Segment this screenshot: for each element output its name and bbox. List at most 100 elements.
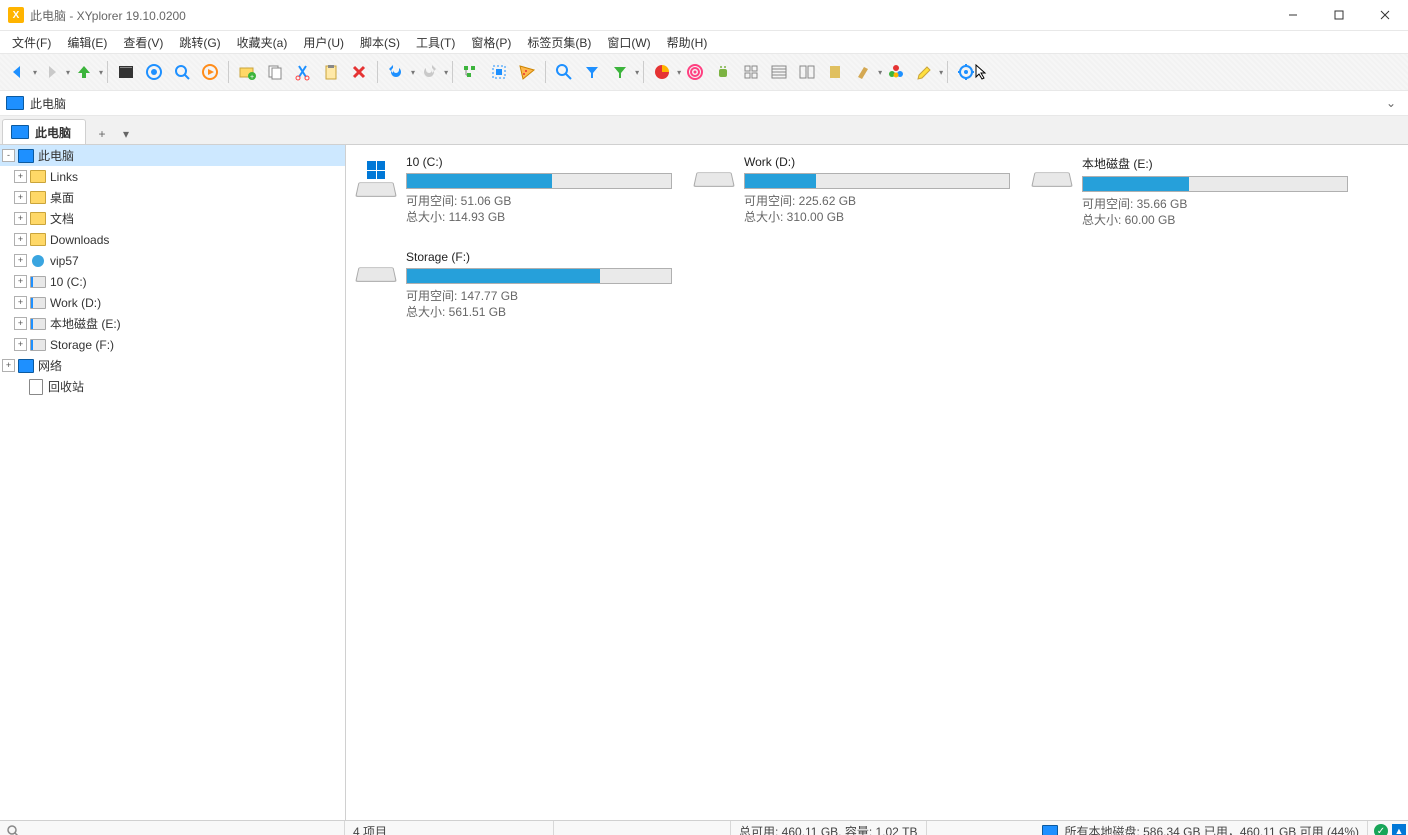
delete-button[interactable]: [346, 59, 372, 85]
drive-storagef[interactable]: Storage (F:)可用空间: 147.77 GB总大小: 561.51 G…: [350, 248, 688, 322]
close-button[interactable]: [1362, 0, 1408, 30]
drive-workd[interactable]: Work (D:)可用空间: 225.62 GB总大小: 310.00 GB: [688, 153, 1026, 230]
copy-button[interactable]: [262, 59, 288, 85]
redo-button[interactable]: [416, 59, 442, 85]
filter-button[interactable]: [579, 59, 605, 85]
drive-list-pane[interactable]: 10 (C:)可用空间: 51.06 GB总大小: 114.93 GBWork …: [346, 145, 1408, 820]
menu-2[interactable]: 查看(V): [115, 32, 171, 53]
status-bar: 4 项目 总可用: 460.11 GB, 容量: 1.02 TB 所有本地磁盘:…: [0, 820, 1408, 835]
title-bar: X 此电脑 - XYplorer 19.10.0200: [0, 0, 1408, 31]
menu-7[interactable]: 工具(T): [408, 32, 463, 53]
status-ok-icon[interactable]: ✓: [1374, 824, 1388, 835]
highlighter-icon[interactable]: [911, 59, 937, 85]
app-icon: X: [8, 7, 24, 23]
address-bar[interactable]: 此电脑 ⌄: [0, 91, 1408, 116]
menu-8[interactable]: 窗格(P): [463, 32, 519, 53]
details-view-icon[interactable]: [766, 59, 792, 85]
up-button[interactable]: [71, 59, 97, 85]
grid-view-icon[interactable]: [738, 59, 764, 85]
tree-expander[interactable]: -: [2, 149, 15, 162]
android-icon[interactable]: [710, 59, 736, 85]
sweep-dropdown[interactable]: ▾: [878, 68, 882, 77]
console-icon[interactable]: [113, 59, 139, 85]
forward-button[interactable]: [38, 59, 64, 85]
tree-item-[interactable]: + 文档: [0, 208, 345, 229]
tree-expander[interactable]: +: [14, 296, 27, 309]
tree-item-vip57[interactable]: +vip57: [0, 250, 345, 271]
up-dropdown[interactable]: ▾: [99, 68, 103, 77]
select-icon[interactable]: [486, 59, 512, 85]
tree-item-[interactable]: -此电脑: [0, 145, 345, 166]
tab-list-dropdown[interactable]: ▾: [116, 124, 136, 144]
filter-active-button[interactable]: [607, 59, 633, 85]
tree-expander[interactable]: +: [14, 170, 27, 183]
drive-free: 可用空间: 147.77 GB: [406, 288, 686, 304]
sweep-icon[interactable]: [850, 59, 876, 85]
split-view-icon[interactable]: [794, 59, 820, 85]
tree-label: 文档: [50, 210, 74, 227]
menu-0[interactable]: 文件(F): [4, 32, 59, 53]
tree-item-e[interactable]: +本地磁盘 (E:): [0, 313, 345, 334]
tree-item-[interactable]: 回收站: [0, 376, 345, 397]
drive-10c[interactable]: 10 (C:)可用空间: 51.06 GB总大小: 114.93 GB: [350, 153, 688, 230]
drive-e[interactable]: 本地磁盘 (E:)可用空间: 35.66 GB总大小: 60.00 GB: [1026, 153, 1364, 230]
filter-dropdown[interactable]: ▾: [635, 68, 639, 77]
menu-4[interactable]: 收藏夹(a): [229, 32, 296, 53]
tree-item-[interactable]: +桌面: [0, 187, 345, 208]
minimize-button[interactable]: [1270, 0, 1316, 30]
settings-icon[interactable]: [953, 59, 979, 85]
user-icon: [30, 253, 46, 269]
chart-dropdown[interactable]: ▾: [677, 68, 681, 77]
play-target-icon[interactable]: [197, 59, 223, 85]
chart-icon[interactable]: [649, 59, 675, 85]
tree-item-10c[interactable]: +10 (C:): [0, 271, 345, 292]
computer-icon: [6, 96, 24, 110]
paste-button[interactable]: [318, 59, 344, 85]
tree-item-downloads[interactable]: +Downloads: [0, 229, 345, 250]
folder-tree[interactable]: -此电脑+Links+桌面+文档+Downloads+vip57+10 (C:)…: [0, 145, 346, 820]
tree-item-links[interactable]: +Links: [0, 166, 345, 187]
tree-item-storagef[interactable]: +Storage (F:): [0, 334, 345, 355]
menu-11[interactable]: 帮助(H): [659, 32, 716, 53]
spiral-icon[interactable]: [682, 59, 708, 85]
highlighter-dropdown[interactable]: ▾: [939, 68, 943, 77]
back-button[interactable]: [5, 59, 31, 85]
color-wheel-icon[interactable]: [883, 59, 909, 85]
tree-expander[interactable]: +: [14, 191, 27, 204]
undo-dropdown[interactable]: ▾: [411, 68, 415, 77]
tree-item-workd[interactable]: +Work (D:): [0, 292, 345, 313]
tree-expander[interactable]: +: [14, 254, 27, 267]
new-folder-button[interactable]: +: [234, 59, 260, 85]
search-target-icon[interactable]: [169, 59, 195, 85]
pizza-icon[interactable]: [514, 59, 540, 85]
tree-expander[interactable]: +: [14, 338, 27, 351]
target-icon[interactable]: [141, 59, 167, 85]
tree-expander[interactable]: +: [14, 317, 27, 330]
forward-dropdown[interactable]: ▾: [66, 68, 70, 77]
tree-expander[interactable]: +: [14, 233, 27, 246]
status-update-icon[interactable]: ▲: [1392, 824, 1406, 835]
menu-1[interactable]: 编辑(E): [59, 32, 115, 53]
menu-10[interactable]: 窗口(W): [599, 32, 658, 53]
tree-expander[interactable]: +: [14, 212, 27, 225]
cut-button[interactable]: [290, 59, 316, 85]
maximize-button[interactable]: [1316, 0, 1362, 30]
status-item-count: 4 项目: [345, 821, 554, 835]
back-dropdown[interactable]: ▾: [33, 68, 37, 77]
tree-view-icon[interactable]: [458, 59, 484, 85]
undo-button[interactable]: [383, 59, 409, 85]
column-view-icon[interactable]: [822, 59, 848, 85]
find-button[interactable]: [551, 59, 577, 85]
tab-this-pc[interactable]: 此电脑: [2, 119, 86, 144]
tree-expander[interactable]: +: [14, 275, 27, 288]
menu-3[interactable]: 跳转(G): [171, 32, 228, 53]
menu-9[interactable]: 标签页集(B): [519, 32, 599, 53]
redo-dropdown[interactable]: ▾: [444, 68, 448, 77]
menu-5[interactable]: 用户(U): [295, 32, 352, 53]
address-dropdown[interactable]: ⌄: [1380, 96, 1402, 110]
tree-expander[interactable]: +: [2, 359, 15, 372]
tree-item-[interactable]: +网络: [0, 355, 345, 376]
new-tab-button[interactable]: +: [92, 124, 112, 144]
status-search[interactable]: [0, 821, 345, 835]
menu-6[interactable]: 脚本(S): [352, 32, 408, 53]
